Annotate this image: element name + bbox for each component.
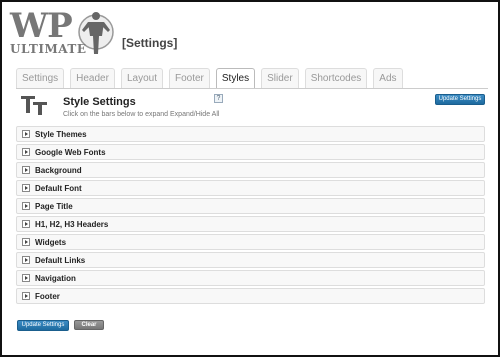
- bar-default-links[interactable]: Default Links: [16, 252, 485, 268]
- expand-arrow-icon: [22, 184, 30, 192]
- tab-slider[interactable]: Slider: [261, 68, 299, 88]
- expand-arrow-icon: [22, 166, 30, 174]
- help-icon[interactable]: ?: [214, 94, 223, 103]
- tab-layout[interactable]: Layout: [120, 68, 163, 88]
- bar-headers[interactable]: H1, H2, H3 Headers: [16, 216, 485, 232]
- expand-arrow-icon: [22, 274, 30, 282]
- expand-arrow-icon: [22, 202, 30, 210]
- bar-label: Default Links: [35, 255, 86, 265]
- section-subtitle: Click on the bars below to expand Expand…: [63, 111, 220, 118]
- bar-style-themes[interactable]: Style Themes: [16, 126, 485, 142]
- accordion-bars: Style Themes Google Web Fonts Background…: [16, 126, 485, 306]
- logo-ultimate: ULTIMATE: [10, 42, 87, 56]
- expand-arrow-icon: [22, 292, 30, 300]
- settings-window: WP ULTIMATE [Settings] Settings Header L…: [0, 0, 500, 357]
- expand-arrow-icon: [22, 148, 30, 156]
- tab-shortcodes[interactable]: Shortcodes: [304, 68, 368, 88]
- tab-divider: [16, 88, 488, 89]
- expand-arrow-icon: [22, 220, 30, 228]
- logo-wp: WP: [10, 6, 73, 46]
- bar-label: Style Themes: [35, 129, 87, 139]
- expand-arrow-icon: [22, 130, 30, 138]
- section-title: Style Settings: [63, 96, 136, 108]
- bar-footer[interactable]: Footer: [16, 288, 485, 304]
- bar-background[interactable]: Background: [16, 162, 485, 178]
- update-settings-button-top[interactable]: Update Settings: [435, 94, 485, 105]
- bar-label: Navigation: [35, 273, 76, 283]
- bar-label: Widgets: [35, 237, 67, 247]
- tab-header[interactable]: Header: [70, 68, 115, 88]
- bar-navigation[interactable]: Navigation: [16, 270, 485, 286]
- update-settings-button-bottom[interactable]: Update Settings: [17, 320, 69, 331]
- expand-arrow-icon: [22, 256, 30, 264]
- logo: WP ULTIMATE: [10, 6, 120, 58]
- tab-styles[interactable]: Styles: [215, 68, 256, 89]
- settings-tabs: Settings Header Layout Footer Styles Sli…: [16, 68, 403, 89]
- bar-label: Background: [35, 165, 82, 175]
- page-heading: [Settings]: [122, 36, 178, 50]
- tab-settings[interactable]: Settings: [16, 68, 65, 88]
- bar-label: Default Font: [35, 183, 82, 193]
- bar-default-font[interactable]: Default Font: [16, 180, 485, 196]
- bar-label: H1, H2, H3 Headers: [35, 219, 109, 229]
- bar-widgets[interactable]: Widgets: [16, 234, 485, 250]
- bar-label: Footer: [35, 291, 60, 301]
- tab-footer[interactable]: Footer: [168, 68, 210, 88]
- tt-icon: [21, 96, 47, 115]
- bar-page-title[interactable]: Page Title: [16, 198, 485, 214]
- expand-arrow-icon: [22, 238, 30, 246]
- tab-ads[interactable]: Ads: [373, 68, 403, 88]
- bar-label: Page Title: [35, 201, 73, 211]
- clear-button[interactable]: Clear: [74, 320, 104, 330]
- bar-label: Google Web Fonts: [35, 147, 106, 157]
- bar-google-web-fonts[interactable]: Google Web Fonts: [16, 144, 485, 160]
